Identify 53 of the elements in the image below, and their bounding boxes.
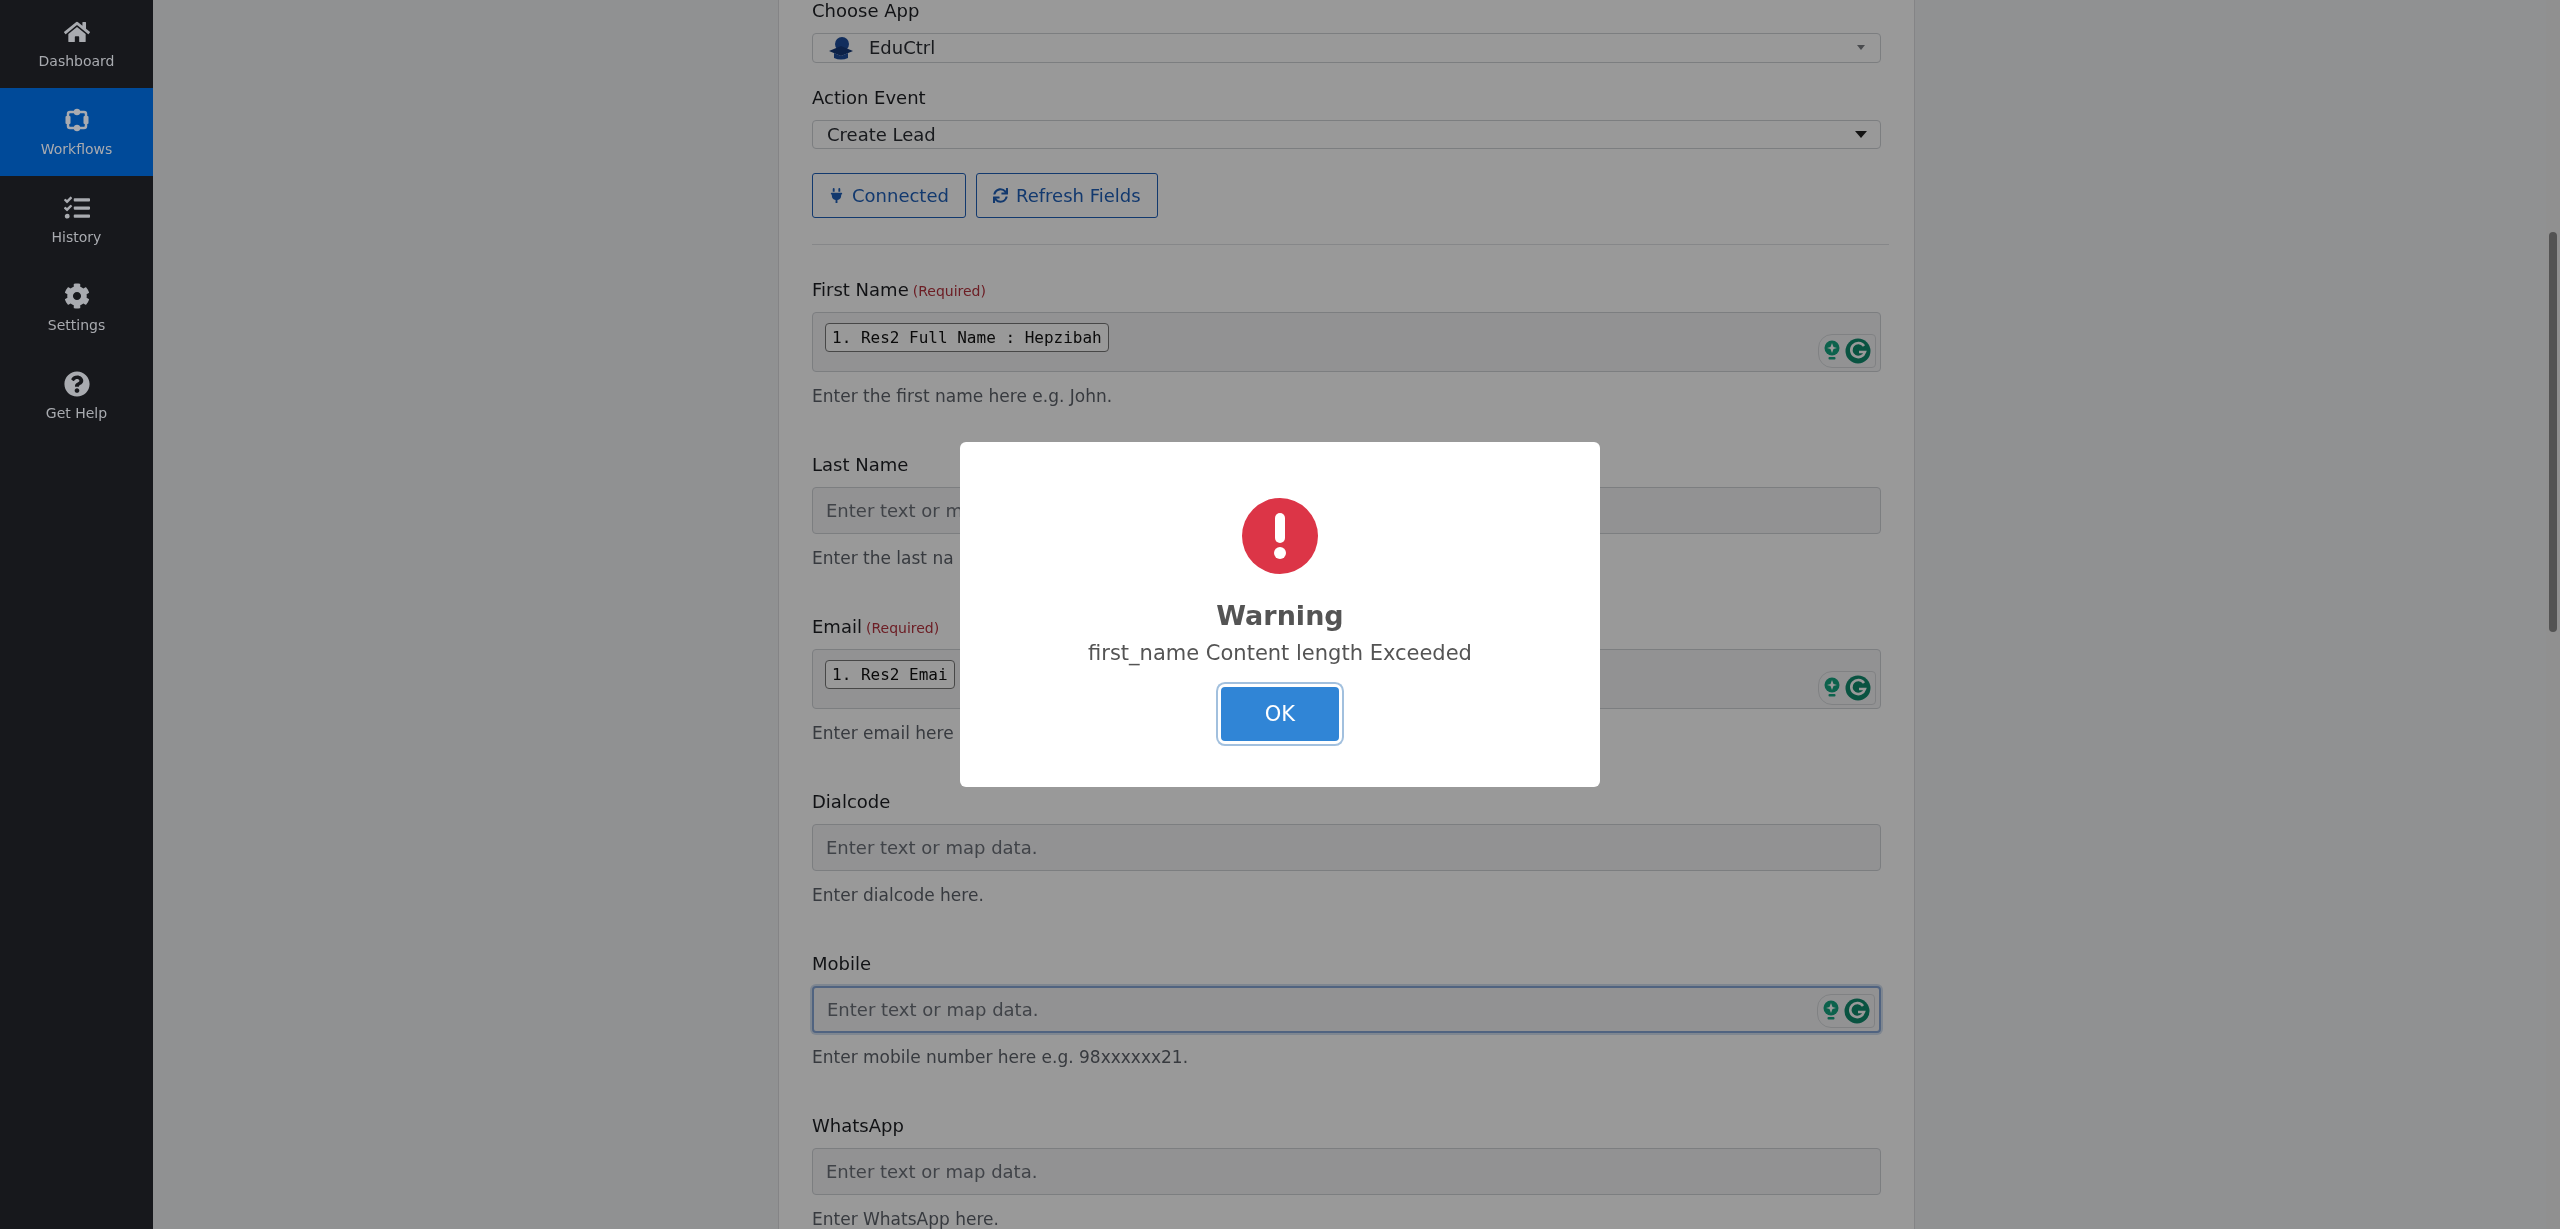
assistant-widget[interactable]	[1818, 671, 1876, 705]
warning-icon	[1242, 498, 1318, 574]
refresh-icon	[992, 188, 1008, 203]
field-hint: Enter the first name here e.g. John.	[812, 386, 1113, 406]
assistant-widget[interactable]	[1817, 994, 1875, 1028]
app-select[interactable]: EduCtrl	[812, 33, 1881, 63]
bulb-icon	[1822, 1000, 1840, 1022]
workflow-icon	[63, 107, 90, 133]
ok-button[interactable]: OK	[1221, 687, 1339, 741]
input-field[interactable]: Enter text or map data.	[812, 1148, 1881, 1195]
field-label: Choose App	[812, 0, 920, 21]
grammar-check-icon	[1844, 998, 1870, 1024]
input-field[interactable]: Enter text or map data.	[812, 824, 1881, 871]
help-icon	[63, 371, 90, 397]
sidebar-item[interactable]: Workflows	[0, 88, 153, 176]
sidebar-item[interactable]: Settings	[0, 264, 153, 352]
required-note: (Required)	[865, 620, 940, 636]
field-label: Mobile	[812, 953, 872, 974]
sidebar-item[interactable]: Get Help	[0, 352, 153, 440]
field-hint: Enter WhatsApp here.	[812, 1209, 999, 1229]
input-field[interactable]: 1. Res2 Full Name : Hepzibah	[812, 312, 1881, 372]
checklist-icon	[63, 195, 90, 221]
app-logo-icon	[827, 34, 855, 61]
field-hint: Enter dialcode here.	[812, 885, 984, 905]
grammar-check-icon	[1845, 338, 1871, 364]
input-field[interactable]: Enter text or map data.	[812, 986, 1881, 1033]
event-select[interactable]: Create Lead	[812, 119, 1881, 149]
mapped-value-chip[interactable]: 1. Res2 Emai	[825, 660, 955, 689]
field-hint: Enter mobile number here e.g. 98xxxxxx21.	[812, 1047, 1189, 1067]
action-button[interactable]: Connected	[812, 173, 966, 218]
action-button[interactable]: Refresh Fields	[975, 173, 1158, 218]
caret-icon	[1854, 129, 1868, 139]
dialog-message: first_name Content length Exceeded	[1088, 641, 1472, 665]
field-label: Action Event	[812, 86, 926, 108]
bulb-icon	[1823, 340, 1841, 362]
field-hint: Enter email here	[812, 723, 954, 743]
plug-icon	[829, 188, 844, 203]
sidebar-item[interactable]: Dashboard	[0, 0, 153, 88]
sidebar-item[interactable]: History	[0, 176, 153, 264]
field-label: Email	[812, 616, 862, 637]
dialog-title: Warning	[1216, 600, 1344, 631]
bulb-icon	[1823, 677, 1841, 699]
settings-icon	[63, 283, 90, 309]
field-label: WhatsApp	[812, 1115, 904, 1136]
grammar-check-icon	[1845, 675, 1871, 701]
mapped-value-chip[interactable]: 1. Res2 Full Name : Hepzibah	[825, 323, 1109, 352]
field-label: Dialcode	[812, 791, 891, 812]
field-label: Last Name	[812, 454, 909, 475]
required-note: (Required)	[912, 283, 986, 299]
field-hint: Enter the last na	[812, 548, 954, 568]
assistant-widget[interactable]	[1818, 334, 1876, 368]
home-icon	[63, 19, 90, 45]
field-label: First Name	[812, 279, 909, 300]
